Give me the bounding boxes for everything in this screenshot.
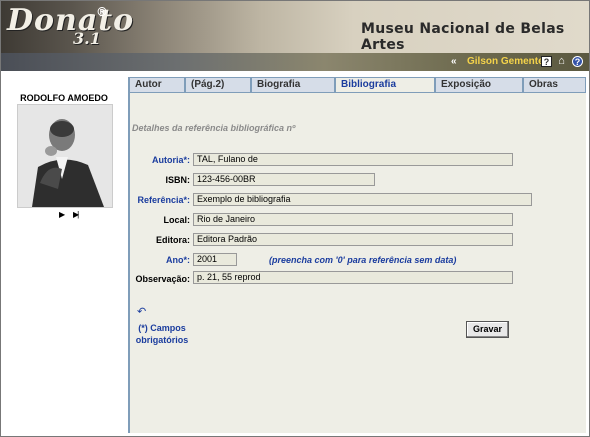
local-field[interactable]: Rio de Janeiro	[193, 213, 513, 226]
referencia-field[interactable]: Exemplo de bibliografia	[193, 193, 532, 206]
isbn-field[interactable]: 123-456-00BR	[193, 173, 375, 186]
tab-obras[interactable]: Obras	[523, 77, 586, 92]
tab-biografia[interactable]: Biografia	[251, 77, 335, 92]
autoria-label: Autoria*:	[152, 155, 190, 165]
isbn-label: ISBN:	[165, 175, 191, 185]
header-banner: Donato ® 3.1 Museu Nacional de Belas Art…	[1, 1, 589, 53]
tab-bibliografia[interactable]: Bibliografia	[335, 77, 435, 93]
help-icon[interactable]: ?	[541, 56, 552, 67]
app-window: Donato ® 3.1 Museu Nacional de Belas Art…	[0, 0, 590, 437]
person-name: RODOLFO AMOEDO	[20, 93, 108, 103]
next-icon[interactable]: ▶	[59, 210, 65, 219]
referencia-label: Referência*:	[137, 195, 190, 205]
user-bar: « Gilson Gemente ? ⌂ ?	[1, 53, 589, 71]
tab-exposicao[interactable]: Exposição	[435, 77, 523, 92]
portrait-photo	[17, 104, 113, 208]
portrait-image	[18, 105, 112, 207]
local-label: Local:	[163, 215, 190, 225]
form-title: Detalhes da referência bibliográfica nº	[132, 123, 296, 133]
autoria-field[interactable]: TAL, Fulano de	[193, 153, 513, 166]
info-icon[interactable]: ?	[572, 56, 583, 67]
observacao-label: Observação:	[135, 274, 190, 284]
ano-label: Ano*:	[166, 255, 190, 265]
tab-divider	[129, 92, 586, 93]
editora-label: Editora:	[155, 235, 190, 245]
username[interactable]: Gilson Gemente	[467, 56, 544, 67]
save-button[interactable]: Gravar	[466, 321, 509, 338]
ano-hint: (preencha com '0' para referência sem da…	[269, 255, 457, 265]
last-icon[interactable]: ▶|	[73, 210, 79, 219]
undo-icon[interactable]: ↶	[137, 305, 146, 318]
home-icon[interactable]: ⌂	[556, 56, 567, 67]
museum-name: Museu Nacional de Belas Artes	[361, 21, 565, 53]
app-version: 3.1	[73, 29, 101, 48]
registered-mark: ®	[96, 5, 108, 19]
app-logo: Donato	[7, 3, 135, 38]
tab-pag2[interactable]: (Pág.2)	[185, 77, 251, 92]
ano-field[interactable]: 2001	[193, 253, 237, 266]
back-link[interactable]: «	[451, 56, 457, 67]
tab-autor[interactable]: Autor	[129, 77, 185, 92]
required-fields-note: (*) Campos obrigatórios	[135, 323, 189, 345]
observacao-field[interactable]: p. 21, 55 reprod	[193, 271, 513, 284]
editora-field[interactable]: Editora Padrão	[193, 233, 513, 246]
